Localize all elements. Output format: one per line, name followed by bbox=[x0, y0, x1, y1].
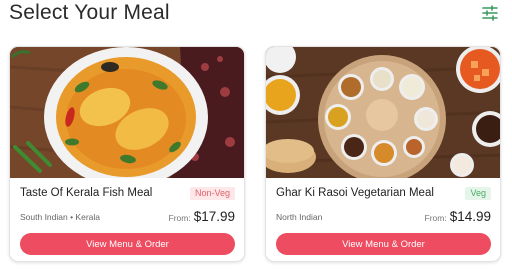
page-title: Select Your Meal bbox=[9, 1, 170, 24]
price-prefix: From: bbox=[168, 213, 191, 223]
meal-card-ghar-ki-rasoi[interactable]: Ghar Ki Rasoi Vegetarian Meal Veg North … bbox=[265, 46, 501, 262]
meal-name[interactable]: Taste Of Kerala Fish Meal bbox=[20, 187, 152, 199]
price-prefix: From: bbox=[424, 213, 447, 223]
price-block: From: $17.99 bbox=[169, 208, 236, 226]
meal-card-kerala-fish[interactable]: Taste Of Kerala Fish Meal Non-Veg South … bbox=[9, 46, 245, 262]
cuisine-label: South Indian • Kerala bbox=[20, 212, 101, 222]
sliders-filter-icon bbox=[482, 5, 498, 21]
price-value: $14.99 bbox=[449, 209, 491, 224]
meal-name[interactable]: Ghar Ki Rasoi Vegetarian Meal bbox=[276, 187, 434, 199]
view-menu-order-button[interactable]: View Menu & Order bbox=[20, 233, 235, 255]
price-block: From: $14.99 bbox=[425, 208, 492, 226]
non-veg-badge: Non-Veg bbox=[189, 187, 235, 200]
veg-badge: Veg bbox=[465, 187, 491, 200]
view-menu-order-button[interactable]: View Menu & Order bbox=[276, 233, 491, 255]
meal-image-veg-thali bbox=[266, 47, 500, 178]
header: Select Your Meal bbox=[0, 0, 512, 36]
cuisine-label: North Indian bbox=[276, 212, 323, 222]
filter-button[interactable] bbox=[481, 4, 499, 22]
meal-image-fish-curry bbox=[10, 47, 244, 178]
price-value: $17.99 bbox=[193, 209, 235, 224]
